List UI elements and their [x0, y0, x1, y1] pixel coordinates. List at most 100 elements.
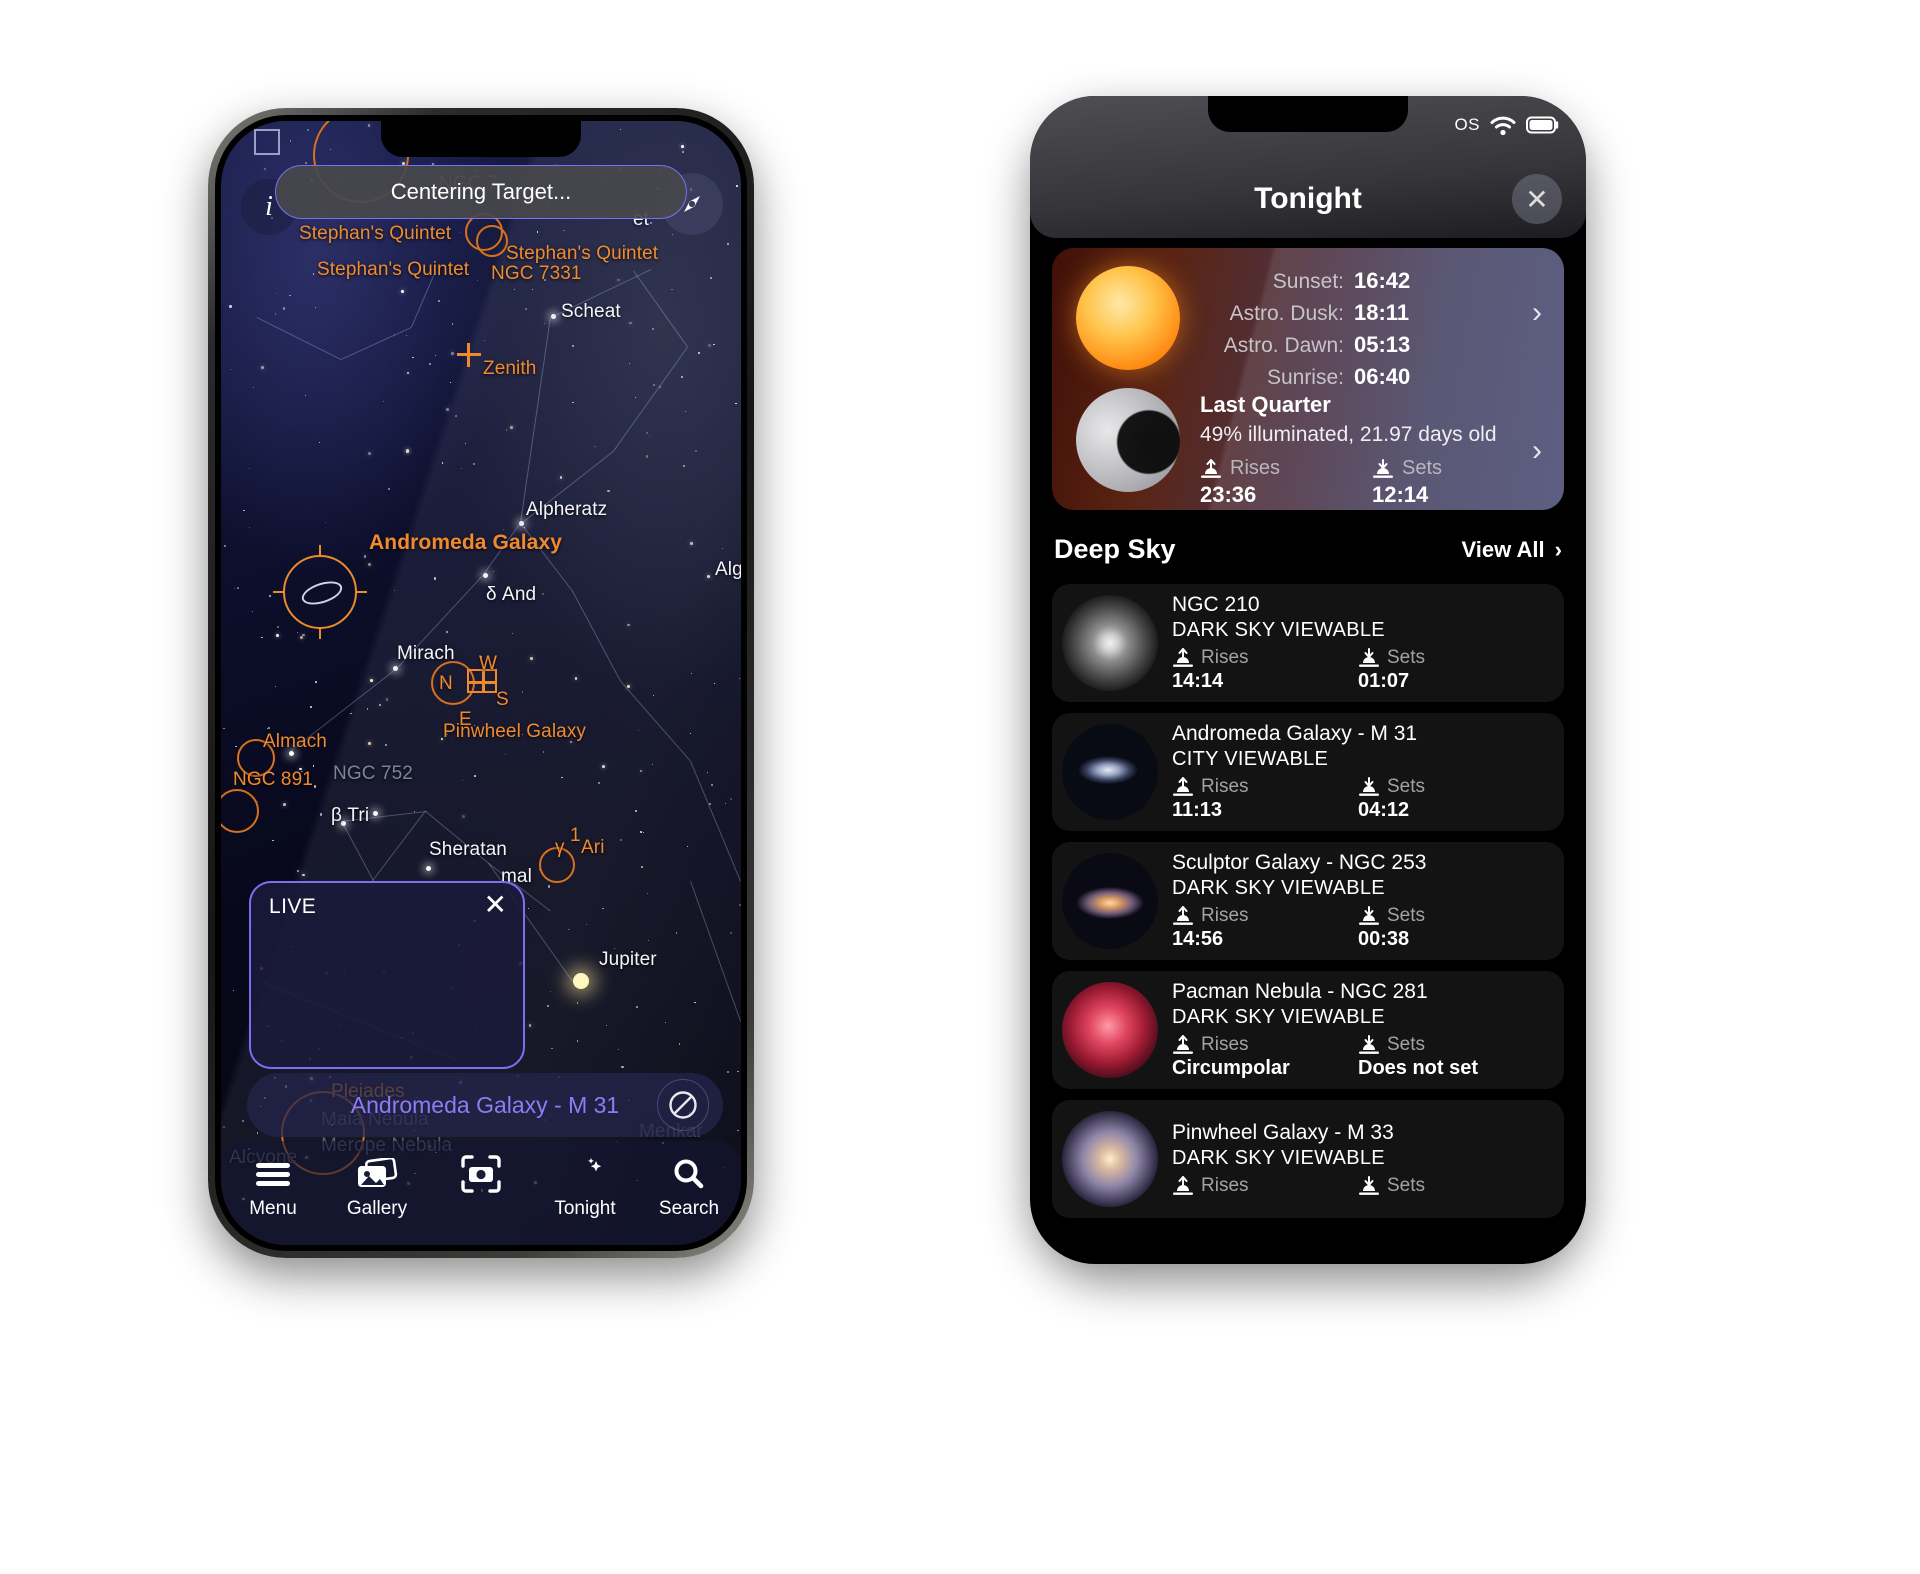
star: [634, 810, 637, 813]
target-bar[interactable]: Andromeda Galaxy - M 31: [247, 1073, 723, 1137]
object-name: Pinwheel Galaxy - M 33: [1172, 1120, 1394, 1144]
star: [261, 636, 263, 638]
star: [576, 1040, 578, 1042]
star: [304, 395, 306, 396]
sets-value: Does not set: [1358, 1057, 1479, 1079]
sky-label[interactable]: Zenith: [483, 358, 536, 380]
sky-label[interactable]: Ari: [581, 837, 605, 859]
moon-info: Last Quarter 49% illuminated, 21.97 days…: [1200, 392, 1544, 508]
star: [549, 991, 551, 992]
sunset-label: Sunset:: [1272, 270, 1344, 293]
live-panel[interactable]: LIVE ✕: [249, 881, 525, 1069]
list-item[interactable]: Pinwheel Galaxy - M 33 DARK SKY VIEWABLE R…: [1052, 1100, 1564, 1218]
centering-toast: Centering Target...: [275, 165, 687, 219]
target-marker[interactable]: [273, 545, 367, 639]
tab-bar[interactable]: Menu Gallery Tonight Search: [221, 1141, 741, 1245]
sky-label[interactable]: Stephan's Quintet: [506, 243, 658, 265]
list-item[interactable]: Andromeda Galaxy - M 31 CITY VIEWABLE Rise…: [1052, 713, 1564, 831]
list-item[interactable]: NGC 210 DARK SKY VIEWABLE Rises 14:14 Sets 01…: [1052, 584, 1564, 702]
star: [544, 322, 546, 324]
sky-label[interactable]: NGC 891: [233, 769, 313, 791]
close-icon: ✕: [1525, 183, 1549, 215]
tonight-screen[interactable]: OS Tonight ✕ Sunset: 16:42 Astro. Dusk: …: [1030, 96, 1586, 1264]
star: [621, 1066, 624, 1069]
sky-label[interactable]: δ And: [486, 584, 536, 606]
object-rises: Rises 14:14: [1172, 647, 1358, 693]
camera-viewfinder-icon: [433, 1153, 529, 1195]
deep-sky-list[interactable]: NGC 210 DARK SKY VIEWABLE Rises 14:14 Sets 01…: [1052, 584, 1564, 1264]
sky-label[interactable]: NGC 752: [333, 763, 413, 785]
live-label: LIVE: [269, 895, 317, 918]
sky-label[interactable]: N: [439, 673, 453, 695]
tab-gallery[interactable]: Gallery: [329, 1153, 425, 1220]
star: [319, 441, 321, 443]
sky-label[interactable]: Jupiter: [599, 949, 657, 971]
tab-camera[interactable]: [433, 1153, 529, 1198]
tab-search[interactable]: Search: [641, 1153, 737, 1220]
moon-rises-label: Rises: [1230, 457, 1281, 479]
object-name: Pacman Nebula - NGC 281: [1172, 980, 1428, 1003]
battery-icon: [1526, 116, 1559, 134]
sun-times: Sunset: 16:42 Astro. Dusk: 18:11 Astro. …: [1200, 268, 1411, 396]
object-rises: Rises Circumpolar: [1172, 1034, 1358, 1080]
list-item[interactable]: Pacman Nebula - NGC 281 DARK SKY VIEWABLE…: [1052, 971, 1564, 1089]
table-row: Astro. Dawn: 05:13: [1200, 332, 1411, 358]
cancel-target-button[interactable]: [657, 1079, 709, 1131]
star: [527, 907, 529, 909]
star: [646, 432, 648, 434]
object-visibility: CITY VIEWABLE: [1172, 748, 1329, 770]
sky-label[interactable]: Stephan's Quintet: [317, 259, 469, 281]
list-item[interactable]: Sculptor Galaxy - NGC 253 DARK SKY VIEWAB…: [1052, 842, 1564, 960]
sky-label[interactable]: Sheratan: [429, 839, 507, 861]
tab-menu[interactable]: Menu: [225, 1153, 321, 1220]
sky-label[interactable]: Andromeda Galaxy: [369, 531, 562, 555]
star: [617, 1048, 619, 1050]
sky-map-screen[interactable]: NGC 7Stephan's QuintetStephan's QuintetS…: [221, 121, 741, 1245]
sky-label[interactable]: 1: [570, 825, 581, 847]
rises-icon: [1173, 648, 1193, 667]
tab-tonight[interactable]: Tonight: [537, 1153, 633, 1220]
view-all-button[interactable]: View All ›: [1462, 537, 1562, 563]
sky-label[interactable]: Almach: [263, 731, 327, 753]
moon-stars-icon: [537, 1153, 633, 1195]
object-rises: Rises 14:56: [1172, 905, 1358, 951]
star: [690, 542, 693, 545]
object-visibility: DARK SKY VIEWABLE: [1172, 619, 1385, 641]
rises-icon: [1173, 1035, 1193, 1054]
sky-label[interactable]: β Tri: [331, 805, 369, 827]
star: [384, 743, 387, 746]
photos-icon: [329, 1153, 425, 1195]
star: [509, 426, 513, 429]
rises-icon: [1173, 1175, 1193, 1195]
sky-label[interactable]: NGC 7331: [491, 263, 582, 285]
sets-icon: [1359, 906, 1379, 925]
sky-label[interactable]: Scheat: [561, 301, 621, 323]
sky-label[interactable]: Stephan's Quintet: [299, 223, 451, 245]
sky-label[interactable]: Pinwheel Galaxy: [443, 721, 586, 743]
rises-label: Rises: [1201, 1034, 1249, 1055]
object-visibility: DARK SKY VIEWABLE: [1172, 1146, 1385, 1169]
chevron-right-icon[interactable]: ›: [1532, 434, 1542, 468]
close-icon[interactable]: ✕: [484, 891, 507, 919]
toast-text: Centering Target...: [390, 179, 572, 204]
star: [223, 544, 226, 547]
star: [370, 679, 373, 682]
sky-label[interactable]: S: [496, 689, 509, 711]
sets-label: Sets: [1387, 647, 1426, 668]
object-rise-set: Rises 14:14 Sets 01:07: [1172, 647, 1564, 693]
sky-label[interactable]: Mirach: [397, 643, 455, 665]
sky-label[interactable]: W: [479, 653, 497, 675]
dso-ring[interactable]: [476, 225, 508, 257]
star: [601, 765, 605, 769]
planet-jupiter[interactable]: [573, 973, 589, 989]
star: [513, 289, 515, 291]
star: [252, 386, 254, 389]
sun-moon-card[interactable]: Sunset: 16:42 Astro. Dusk: 18:11 Astro. …: [1052, 248, 1564, 510]
star: [373, 811, 378, 816]
sky-label[interactable]: γ: [555, 837, 565, 859]
sky-label[interactable]: Alg: [715, 559, 741, 581]
star: [235, 745, 237, 748]
chevron-right-icon[interactable]: ›: [1532, 296, 1542, 330]
sky-label[interactable]: Alpheratz: [526, 499, 607, 521]
close-sheet-button[interactable]: ✕: [1512, 174, 1562, 224]
